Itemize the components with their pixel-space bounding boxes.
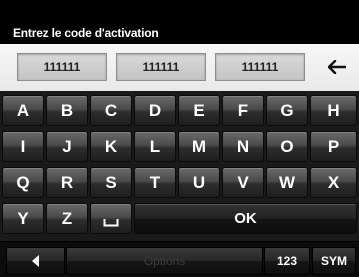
key-z[interactable]: Z [46, 203, 88, 234]
key-b[interactable]: B [46, 95, 88, 126]
key-h[interactable]: H [310, 95, 357, 126]
options-button[interactable]: Options [66, 247, 263, 275]
key-v[interactable]: V [222, 167, 264, 198]
triangle-left-icon [31, 255, 39, 267]
key-f[interactable]: F [222, 95, 264, 126]
activation-code-row: 111111 111111 111111 [0, 44, 359, 91]
key-y[interactable]: Y [2, 203, 44, 234]
key-q[interactable]: Q [2, 167, 44, 198]
backspace-arrow-icon [327, 60, 346, 74]
key-k[interactable]: K [90, 131, 132, 162]
code-field-3[interactable]: 111111 [215, 53, 305, 81]
key-u[interactable]: U [178, 167, 220, 198]
key-n[interactable]: N [222, 131, 264, 162]
page-title: Entrez le code d'activation [13, 26, 159, 40]
code-field-2[interactable]: 111111 [116, 53, 206, 81]
title-bar: Entrez le code d'activation [0, 0, 359, 44]
key-o[interactable]: O [266, 131, 308, 162]
space-bar-icon [103, 218, 119, 226]
key-i[interactable]: I [2, 131, 44, 162]
key-j[interactable]: J [46, 131, 88, 162]
backspace-button[interactable] [321, 53, 352, 81]
key-e[interactable]: E [178, 95, 220, 126]
bottom-bar: Options 123 SYM [0, 242, 359, 277]
key-s[interactable]: S [90, 167, 132, 198]
ok-key[interactable]: OK [134, 203, 357, 234]
key-a[interactable]: A [2, 95, 44, 126]
key-l[interactable]: L [134, 131, 176, 162]
key-x[interactable]: X [310, 167, 357, 198]
space-key[interactable] [90, 203, 132, 234]
key-g[interactable]: G [266, 95, 308, 126]
key-c[interactable]: C [90, 95, 132, 126]
key-t[interactable]: T [134, 167, 176, 198]
key-w[interactable]: W [266, 167, 308, 198]
code-field-1[interactable]: 111111 [17, 53, 107, 81]
keyboard: A B C D E F G H I J K L M N O P Q R S T … [0, 91, 359, 241]
key-p[interactable]: P [310, 131, 357, 162]
key-d[interactable]: D [134, 95, 176, 126]
back-button[interactable] [6, 247, 65, 275]
numeric-keyboard-button[interactable]: 123 [264, 247, 310, 275]
symbols-keyboard-button[interactable]: SYM [312, 247, 356, 275]
key-r[interactable]: R [46, 167, 88, 198]
key-m[interactable]: M [178, 131, 220, 162]
